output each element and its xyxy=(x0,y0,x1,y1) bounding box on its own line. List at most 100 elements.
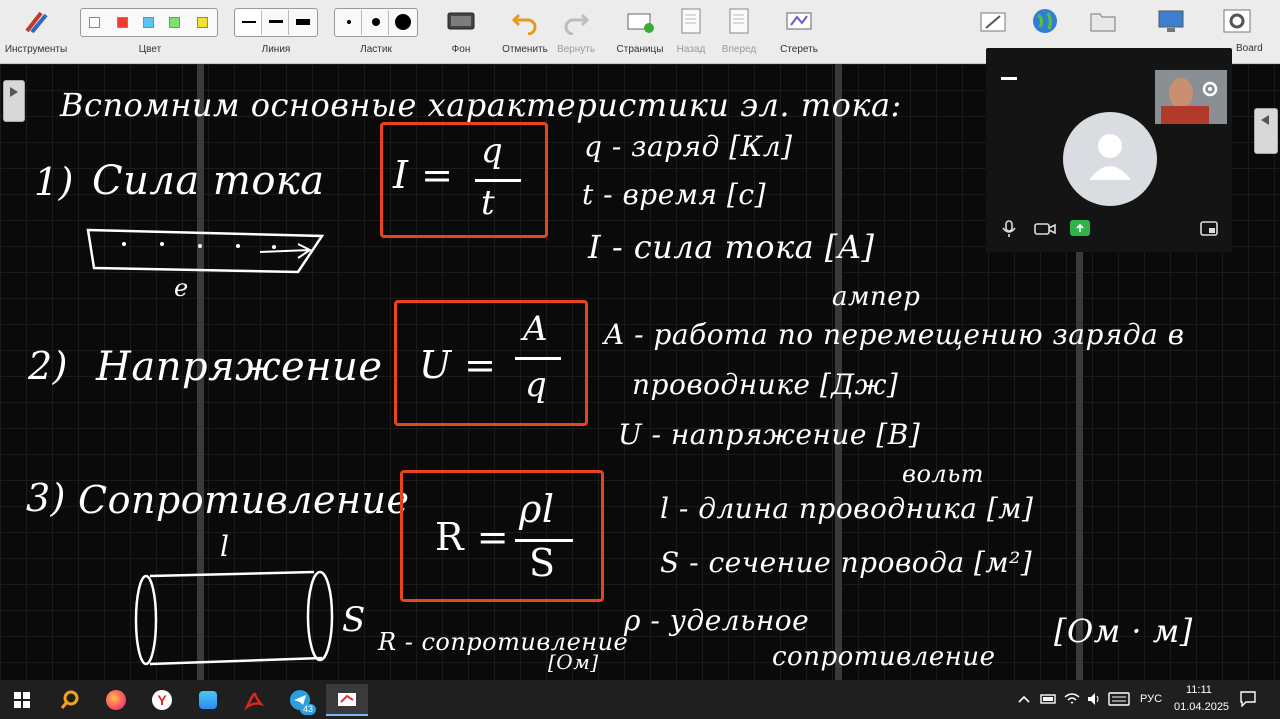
erase-board-icon xyxy=(786,12,812,30)
item2-number: 2) xyxy=(28,344,69,388)
smartboard-app-icon xyxy=(338,693,356,706)
item2-unit-name: вольт xyxy=(902,460,985,488)
board-label: Board xyxy=(1236,43,1263,54)
redo-button[interactable]: Вернуть xyxy=(552,0,600,64)
item1-formula-num: q xyxy=(481,131,504,171)
item3-number: 3) xyxy=(26,476,67,520)
pen-tablet-icon[interactable] xyxy=(978,8,1008,36)
cylinder-section-label: S xyxy=(342,600,366,640)
item3-name: Сопротивление xyxy=(78,478,410,522)
pages-button[interactable]: Страницы xyxy=(612,0,668,64)
color-swatch-white[interactable] xyxy=(89,17,100,28)
color-picker: Цвет xyxy=(80,0,220,64)
item3-resistivity-unit: [Ом · м] xyxy=(1054,612,1193,650)
acrobat-icon xyxy=(244,692,264,710)
item2-name: Напряжение xyxy=(96,344,383,390)
color-swatch-green[interactable] xyxy=(169,17,180,28)
page-back-icon xyxy=(681,8,701,34)
battery-icon[interactable] xyxy=(1040,692,1058,706)
eraser-small-option[interactable] xyxy=(336,10,362,35)
avatar xyxy=(1063,112,1157,206)
line-thick-option[interactable] xyxy=(290,10,316,35)
microphone-icon[interactable] xyxy=(1002,220,1016,238)
left-panel-toggle[interactable] xyxy=(3,80,25,122)
volume-icon[interactable] xyxy=(1086,691,1102,707)
item3-formula-num: ρl xyxy=(519,487,555,531)
taskbar-firefox[interactable] xyxy=(98,684,134,716)
redo-icon xyxy=(564,13,590,35)
item3-formula-lhs: R = xyxy=(435,515,510,559)
gear-icon[interactable] xyxy=(1201,80,1219,98)
eraser-large-option[interactable] xyxy=(390,10,416,35)
clock-date[interactable]: 01.04.2025 xyxy=(1174,701,1229,713)
color-swatch-yellow[interactable] xyxy=(197,17,208,28)
start-windows-icon[interactable] xyxy=(14,692,30,708)
keyboard-background-icon xyxy=(447,12,475,30)
wifi-icon[interactable] xyxy=(1064,691,1080,707)
item3-def-resistivity-cont: сопротивление xyxy=(772,642,996,672)
item1-formula-den: t xyxy=(481,183,496,223)
line-medium-option[interactable] xyxy=(263,10,289,35)
color-swatch-blue[interactable] xyxy=(143,17,154,28)
item3-formula-box: R = ρl S xyxy=(400,470,604,602)
item2-def-work: A - работа по перемещению заряда в xyxy=(604,318,1185,351)
monitor-icon[interactable] xyxy=(1156,7,1186,35)
item1-name: Сила тока xyxy=(92,158,325,204)
erase-all-button[interactable]: Стереть xyxy=(772,0,826,64)
item2-def-voltage: U - напряжение [B] xyxy=(618,418,921,451)
camera-icon[interactable] xyxy=(1034,222,1056,236)
item1-formula-box: I = q t xyxy=(380,122,548,238)
screen-share-button[interactable] xyxy=(1070,220,1090,236)
item1-def-current: I - сила тока [A] xyxy=(588,228,875,266)
taskbar-smartboard[interactable] xyxy=(326,684,368,716)
show-hidden-icons-chevron-icon[interactable] xyxy=(1018,694,1030,704)
taskbar-messenger[interactable] xyxy=(190,684,226,716)
item1-number: 1) xyxy=(34,160,75,204)
item3-def-length: l - длина проводника [м] xyxy=(660,492,1034,525)
pip-toggle-icon[interactable] xyxy=(1200,221,1218,237)
collapse-arrow-icon xyxy=(1261,115,1269,125)
item1-def-time: t - время [с] xyxy=(582,178,766,211)
item2-formula-box: U = A q xyxy=(394,300,588,426)
cylinder-length-label: l xyxy=(220,530,230,563)
self-view-thumbnail[interactable] xyxy=(1155,70,1227,124)
forward-page-button[interactable]: Вперед xyxy=(718,0,760,64)
taskbar-pdf-reader[interactable] xyxy=(236,684,272,716)
clock-time[interactable]: 11:11 xyxy=(1186,684,1212,696)
settings-gear-icon[interactable] xyxy=(1222,7,1252,35)
firefox-icon xyxy=(106,690,126,710)
fraction-bar xyxy=(475,179,521,182)
item2-formula-num: A xyxy=(523,309,549,349)
video-call-panel[interactable] xyxy=(986,48,1232,252)
eraser-medium-option[interactable] xyxy=(363,10,389,35)
undo-button[interactable]: Отменить xyxy=(498,0,552,64)
undo-icon xyxy=(511,13,537,35)
taskbar-search[interactable] xyxy=(52,684,88,716)
wire-drawing xyxy=(86,228,325,274)
search-icon xyxy=(60,690,79,709)
taskbar-telegram[interactable]: 43 xyxy=(282,684,318,716)
item3-r-unit: [Ом] xyxy=(548,650,599,674)
folder-icon[interactable] xyxy=(1088,7,1118,35)
item3-def-section: S - сечение провода [м²] xyxy=(660,546,1033,579)
keyboard-icon[interactable] xyxy=(1108,692,1130,706)
globe-icon[interactable] xyxy=(1030,7,1060,35)
add-page-icon xyxy=(627,13,654,33)
expand-arrow-icon xyxy=(10,87,18,97)
minimize-icon[interactable] xyxy=(1001,77,1017,80)
item1-unit-name: ампер xyxy=(832,282,921,312)
color-swatch-red[interactable] xyxy=(117,17,128,28)
notifications-icon[interactable] xyxy=(1240,691,1256,707)
line-width-picker: Линия xyxy=(234,0,318,64)
pens-icon xyxy=(25,11,48,34)
line-thin-option[interactable] xyxy=(236,10,262,35)
tools-button[interactable]: Инструменты xyxy=(0,0,72,64)
taskbar-yandex-browser[interactable]: Y xyxy=(144,684,180,716)
back-page-button[interactable]: Назад xyxy=(672,0,710,64)
person-icon xyxy=(1089,134,1131,180)
right-panel-toggle[interactable] xyxy=(1254,108,1278,154)
input-language[interactable]: РУС xyxy=(1140,693,1162,705)
background-button[interactable]: Фон xyxy=(436,0,486,64)
fraction-bar xyxy=(515,357,561,360)
item3-formula-den: S xyxy=(529,541,556,585)
